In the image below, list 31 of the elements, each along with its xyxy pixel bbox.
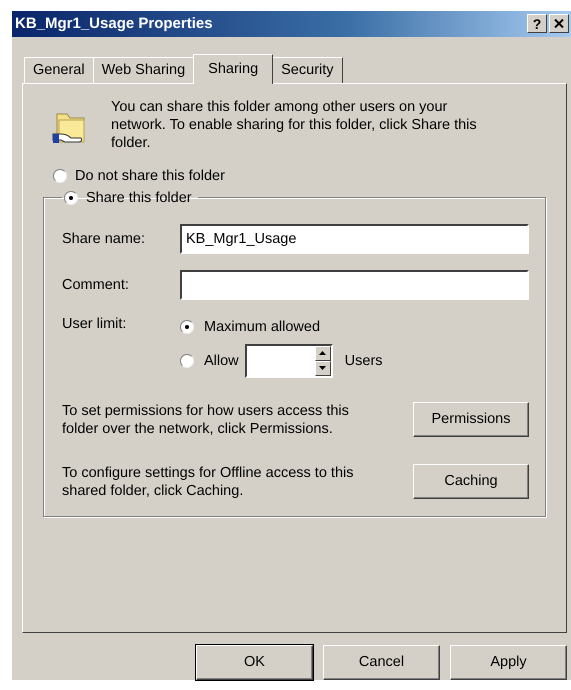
tab[interactable]: Web Sharing: [92, 56, 194, 83]
tab[interactable]: Sharing: [193, 54, 274, 84]
radio-button[interactable]: [53, 168, 67, 183]
instruction-text: To configure settings for Offline access to this shared folder, click Caching.: [62, 464, 354, 500]
radio-label: Share this folder: [86, 190, 192, 206]
window-title: KB_Mgr1_Usage Properties: [15, 15, 213, 32]
input-field[interactable]: KB_Mgr1_Usage: [180, 224, 529, 254]
users-label: Users: [344, 352, 383, 369]
instruction-text: To set permissions for how users access this folder over the network, click Permissions.: [62, 402, 350, 438]
tab[interactable]: Security: [272, 56, 343, 83]
dialog-button[interactable]: Cancel: [323, 644, 440, 680]
close-icon: [554, 19, 564, 28]
number-spinner[interactable]: [244, 344, 333, 378]
action-button[interactable]: Permissions: [413, 402, 529, 437]
dialog-button[interactable]: OK: [196, 644, 313, 680]
input-field[interactable]: [180, 270, 529, 300]
action-button[interactable]: Caching: [413, 464, 529, 499]
field-label: Comment:: [62, 276, 130, 293]
radio-button[interactable]: [180, 354, 194, 368]
radio-label: Maximum allowed: [204, 318, 320, 335]
help-button[interactable]: ?: [527, 14, 547, 34]
tab[interactable]: General: [24, 56, 94, 83]
field-label: Share name:: [62, 230, 146, 247]
radio-label: Allow: [204, 352, 239, 369]
radio-button[interactable]: [64, 190, 78, 205]
close-button[interactable]: [549, 14, 569, 34]
dialog-button[interactable]: Apply: [450, 644, 567, 680]
radio-label: Do not share this folder: [75, 168, 225, 184]
field-label: User limit:: [62, 316, 128, 332]
intro-text: You can share this folder among other users on your network. To enable sharing for this folder, click Share this folder.: [111, 98, 478, 152]
radio-button[interactable]: [180, 320, 194, 334]
